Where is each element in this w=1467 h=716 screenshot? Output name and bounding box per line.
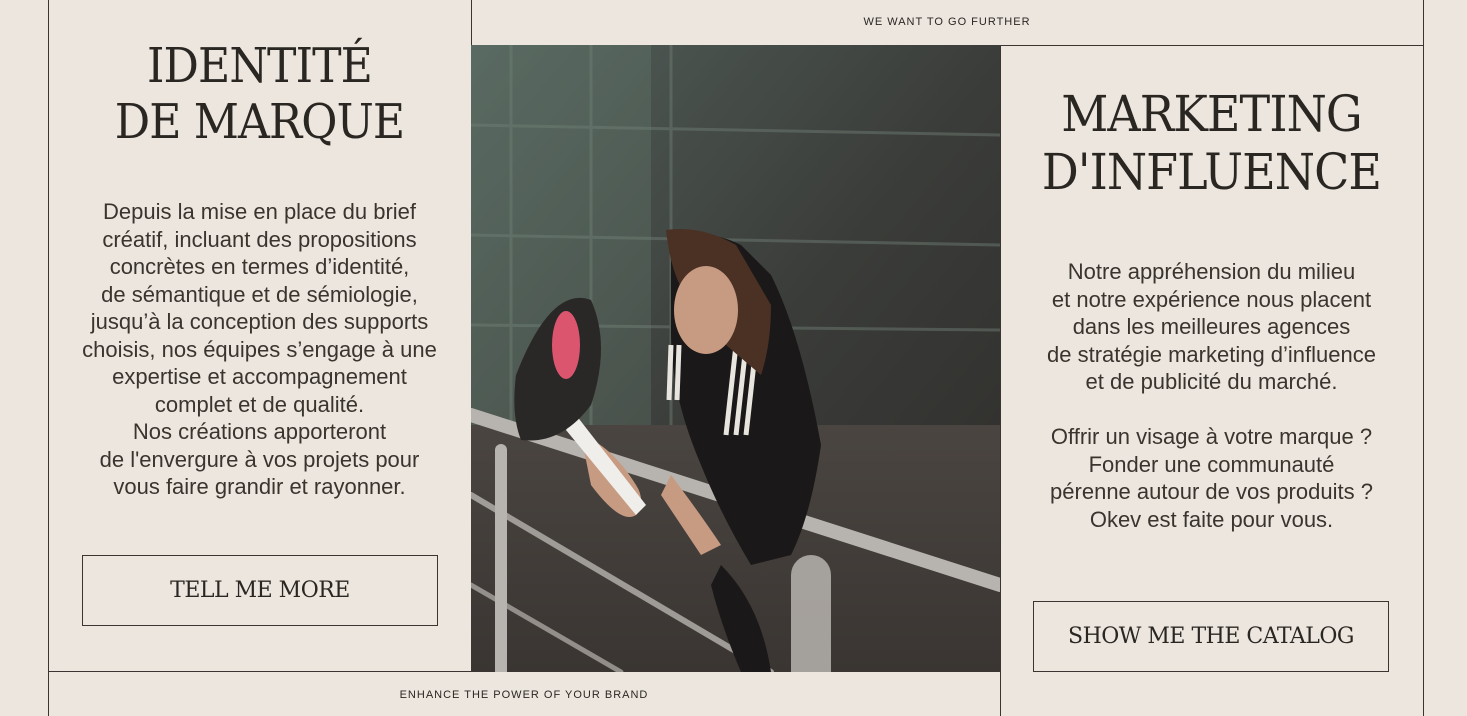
- bottom-tagline: ENHANCE THE POWER OF YOUR BRAND: [399, 689, 649, 701]
- athlete-photo-illustration: [471, 45, 1000, 672]
- frame-line-right: [1423, 0, 1424, 716]
- athlete-photo: [471, 45, 1000, 672]
- show-catalog-button[interactable]: SHOW ME THE CATALOG: [1033, 601, 1389, 672]
- influencer-marketing-title: MARKETING D'INFLUENCE: [1041, 85, 1382, 201]
- brand-identity-title: IDENTITÉ DE MARQUE: [114, 38, 405, 150]
- top-tagline: WE WANT TO GO FURTHER: [863, 16, 1031, 28]
- influencer-marketing-description: Notre appréhension du milieu et notre ex…: [1047, 259, 1376, 532]
- brand-identity-description: Depuis la mise en place du brief créatif…: [82, 199, 437, 499]
- tell-me-more-button[interactable]: TELL ME MORE: [82, 555, 438, 626]
